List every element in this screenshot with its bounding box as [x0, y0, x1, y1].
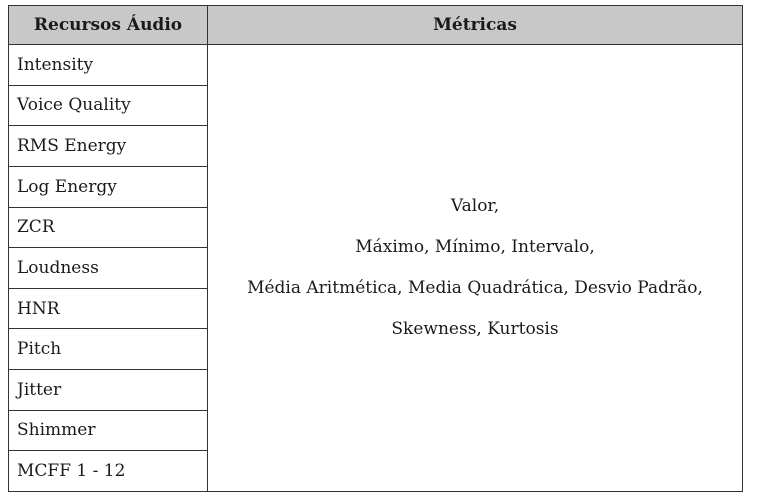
feature-cell: Intensity: [8, 44, 208, 86]
header-metrics: Métricas: [207, 5, 743, 45]
metrics-line: Valor,: [450, 196, 500, 216]
feature-cell: Loudness: [8, 247, 208, 289]
feature-cell: Voice Quality: [8, 84, 208, 127]
table-row: Intensity Valor, Máximo, Mínimo, Interva…: [8, 44, 743, 492]
feature-cell: Shimmer: [8, 409, 208, 452]
metrics-line: Média Aritmética, Media Quadrática, Desv…: [247, 278, 703, 298]
feature-cell: ZCR: [8, 206, 208, 249]
feature-cell: Pitch: [8, 328, 208, 370]
feature-cell: Jitter: [8, 369, 208, 411]
metrics-cell: Valor, Máximo, Mínimo, Intervalo, Média …: [207, 44, 743, 492]
header-features: Recursos Áudio: [8, 5, 208, 45]
table-header-row: Recursos Áudio Métricas: [8, 5, 743, 45]
metrics-line: Máximo, Mínimo, Intervalo,: [355, 237, 595, 257]
feature-cell: HNR: [8, 287, 208, 330]
feature-cell: MCFF 1 - 12: [8, 450, 208, 492]
audio-features-table: Recursos Áudio Métricas Intensity Valor,…: [8, 5, 743, 492]
feature-cell: Log Energy: [8, 165, 208, 208]
feature-cell: RMS Energy: [8, 125, 208, 167]
metrics-line: Skewness, Kurtosis: [391, 319, 559, 339]
